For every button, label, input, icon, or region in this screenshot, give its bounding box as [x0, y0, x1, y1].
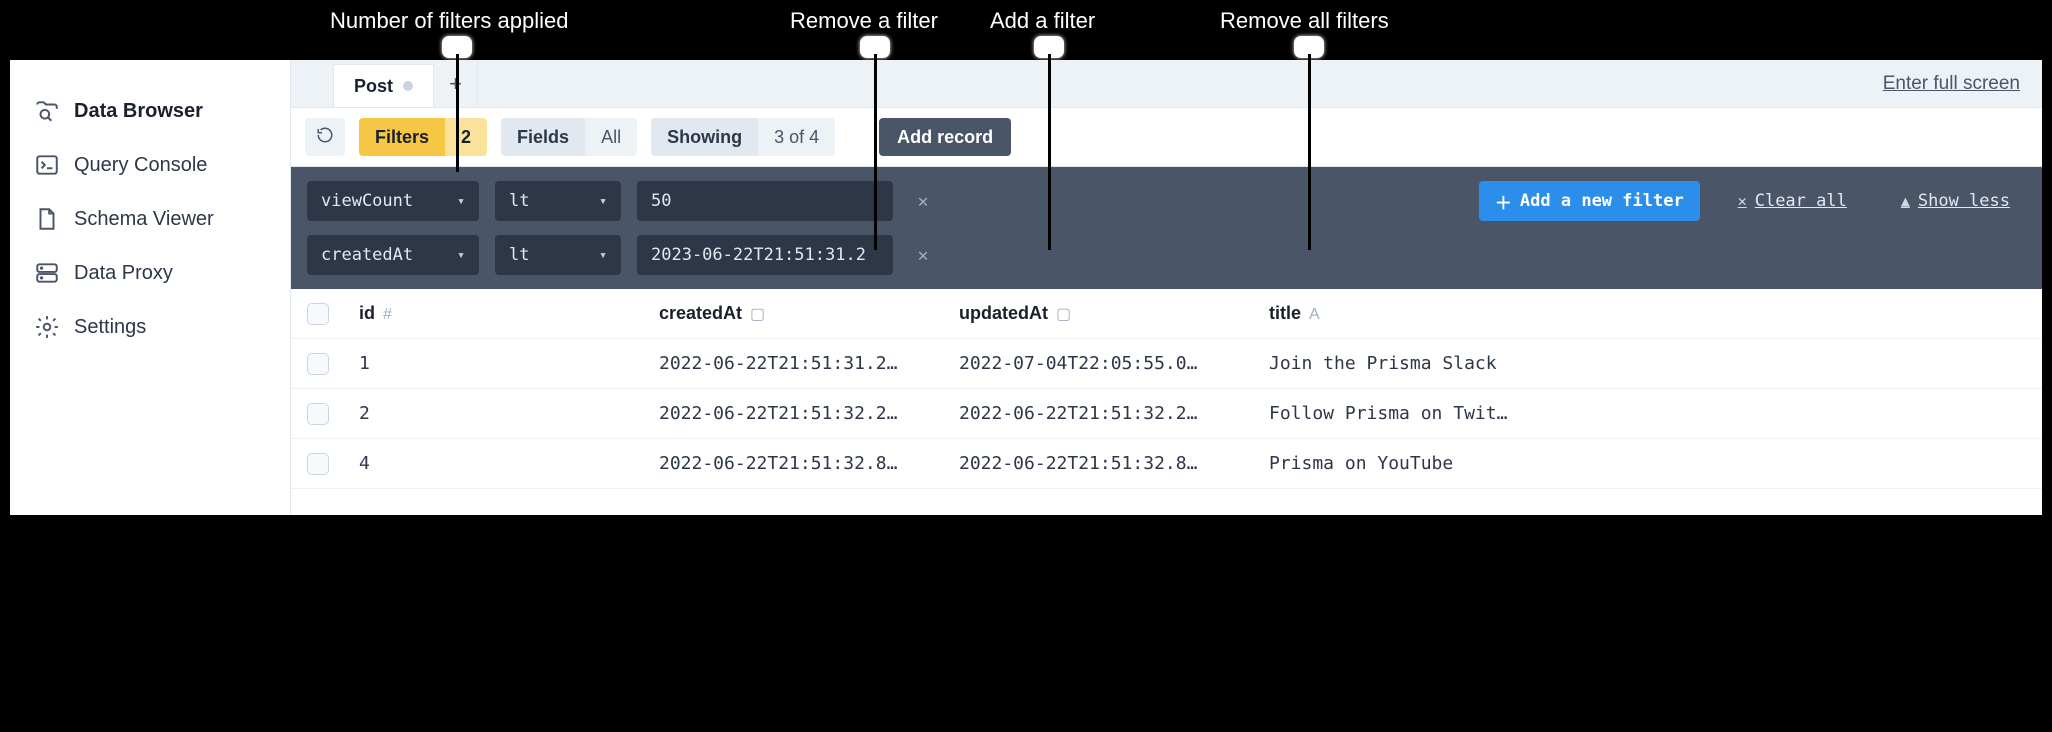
sidebar-item-settings[interactable]: Settings: [20, 300, 280, 354]
main-panel: Post + Enter full screen Filters 2: [290, 60, 2042, 515]
filter-row: viewCount ▾ lt ▾ ✕ ＋ Add a new filter: [307, 181, 2026, 221]
sidebar-item-label: Settings: [74, 316, 146, 339]
row-checkbox[interactable]: [307, 453, 329, 475]
row-checkbox[interactable]: [307, 403, 329, 425]
sidebar: Data Browser Query Console Schema Viewer…: [10, 60, 290, 515]
close-icon: ✕: [1738, 192, 1747, 210]
annotations-overlay: Number of filters applied Remove a filte…: [0, 0, 2052, 60]
sidebar-item-label: Data Browser: [74, 100, 203, 123]
tab-bar: Post + Enter full screen: [291, 60, 2042, 108]
refresh-icon: [316, 126, 334, 149]
refresh-button[interactable]: [305, 118, 345, 156]
filter-row: createdAt ▾ lt ▾ ✕: [307, 235, 2026, 275]
sidebar-item-data-proxy[interactable]: Data Proxy: [20, 246, 280, 300]
cell-updatedAt: 2022-07-04T22:05:55.0…: [945, 353, 1255, 374]
cell-id: 2: [345, 403, 645, 424]
table-header-row: id# createdAt▢ updatedAt▢ titleA: [291, 289, 2042, 339]
close-icon: ✕: [918, 191, 929, 212]
show-less-button[interactable]: ▲ Show less: [1885, 181, 2026, 221]
anno-add-filter: Add a filter: [990, 8, 1095, 34]
clear-all-filters-button[interactable]: ✕ Clear all: [1722, 181, 1863, 221]
column-header-title[interactable]: titleA: [1255, 303, 2042, 324]
filters-count-badge: 2: [445, 118, 487, 156]
fields-label: Fields: [501, 118, 585, 156]
filter-field-select[interactable]: viewCount ▾: [307, 181, 479, 221]
hash-icon: #: [383, 306, 392, 323]
chevron-down-icon: ▾: [457, 194, 465, 209]
data-table: id# createdAt▢ updatedAt▢ titleA 1 2022-…: [291, 289, 2042, 515]
fields-pill[interactable]: Fields All: [501, 118, 637, 156]
file-icon: [34, 206, 60, 232]
sidebar-item-data-browser[interactable]: Data Browser: [20, 84, 280, 138]
anno-filters-count: Number of filters applied: [330, 8, 568, 34]
cell-title: Join the Prisma Slack: [1255, 353, 2042, 374]
cell-createdAt: 2022-06-22T21:51:32.2…: [645, 403, 945, 424]
text-type-icon: A: [1309, 306, 1320, 323]
chevron-down-icon: ▾: [599, 194, 607, 209]
filters-label: Filters: [359, 118, 445, 156]
gear-icon: [34, 314, 60, 340]
fields-value: All: [585, 118, 637, 156]
folder-search-icon: [34, 98, 60, 124]
plus-icon: ＋: [1495, 189, 1512, 214]
table-row[interactable]: 2 2022-06-22T21:51:32.2… 2022-06-22T21:5…: [291, 389, 2042, 439]
cell-updatedAt: 2022-06-22T21:51:32.8…: [945, 453, 1255, 474]
add-filter-button[interactable]: ＋ Add a new filter: [1479, 181, 1700, 221]
sidebar-item-label: Schema Viewer: [74, 208, 214, 231]
cell-title: Prisma on YouTube: [1255, 453, 2042, 474]
remove-filter-button[interactable]: ✕: [909, 187, 937, 215]
filters-pill[interactable]: Filters 2: [359, 118, 487, 156]
triangle-up-icon: ▲: [1901, 192, 1910, 210]
chevron-down-icon: ▾: [457, 248, 465, 263]
filter-op-select[interactable]: lt ▾: [495, 235, 621, 275]
remove-filter-button[interactable]: ✕: [909, 241, 937, 269]
toolbar: Filters 2 Fields All Showing 3 of 4 Add …: [291, 108, 2042, 167]
column-header-updatedAt[interactable]: updatedAt▢: [945, 303, 1255, 324]
filter-panel: viewCount ▾ lt ▾ ✕ ＋ Add a new filter: [291, 167, 2042, 289]
row-checkbox[interactable]: [307, 353, 329, 375]
enter-full-screen-link[interactable]: Enter full screen: [1861, 60, 2042, 107]
filter-op-select[interactable]: lt ▾: [495, 181, 621, 221]
cell-id: 4: [345, 453, 645, 474]
select-all-checkbox[interactable]: [307, 303, 329, 325]
showing-value: 3 of 4: [758, 118, 835, 156]
cell-id: 1: [345, 353, 645, 374]
sidebar-item-query-console[interactable]: Query Console: [20, 138, 280, 192]
filter-field-select[interactable]: createdAt ▾: [307, 235, 479, 275]
chevron-down-icon: ▾: [599, 248, 607, 263]
add-record-button[interactable]: Add record: [879, 118, 1011, 156]
anno-remove-all: Remove all filters: [1220, 8, 1389, 34]
filter-value-input[interactable]: [637, 181, 893, 221]
column-header-createdAt[interactable]: createdAt▢: [645, 303, 945, 324]
sidebar-item-schema-viewer[interactable]: Schema Viewer: [20, 192, 280, 246]
app-frame: Data Browser Query Console Schema Viewer…: [10, 60, 2042, 515]
close-icon: ✕: [918, 245, 929, 266]
table-row[interactable]: 4 2022-06-22T21:51:32.8… 2022-06-22T21:5…: [291, 439, 2042, 489]
showing-pill[interactable]: Showing 3 of 4: [651, 118, 835, 156]
filter-value-input[interactable]: [637, 235, 893, 275]
calendar-icon: ▢: [1056, 306, 1071, 323]
cell-createdAt: 2022-06-22T21:51:32.8…: [645, 453, 945, 474]
table-row[interactable]: 1 2022-06-22T21:51:31.2… 2022-07-04T22:0…: [291, 339, 2042, 389]
showing-label: Showing: [651, 118, 758, 156]
column-header-id[interactable]: id#: [345, 303, 645, 324]
tab-post[interactable]: Post: [333, 64, 434, 107]
sidebar-item-label: Query Console: [74, 154, 207, 177]
tab-status-dot-icon: [403, 81, 413, 91]
cell-title: Follow Prisma on Twit…: [1255, 403, 2042, 424]
filter-actions: ＋ Add a new filter ✕ Clear all ▲ Show le…: [1479, 181, 2026, 221]
anno-remove-filter: Remove a filter: [790, 8, 938, 34]
tab-label: Post: [354, 76, 393, 97]
terminal-icon: [34, 152, 60, 178]
cell-createdAt: 2022-06-22T21:51:31.2…: [645, 353, 945, 374]
server-icon: [34, 260, 60, 286]
sidebar-item-label: Data Proxy: [74, 262, 173, 285]
cell-updatedAt: 2022-06-22T21:51:32.2…: [945, 403, 1255, 424]
calendar-icon: ▢: [750, 306, 765, 323]
